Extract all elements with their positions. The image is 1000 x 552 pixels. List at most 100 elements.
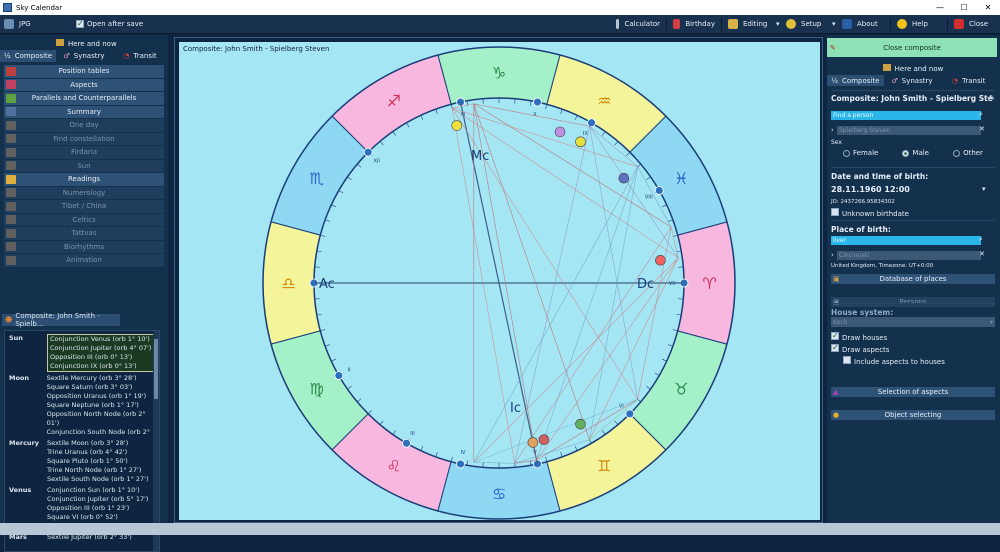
aspect-item: Square Pluto (orb 1° 50')	[47, 457, 149, 466]
composite-section-bar[interactable]: ☻ Composite: John Smith - Spielb...	[2, 314, 120, 326]
right-tab-synastry[interactable]: ♂Synastry	[884, 75, 941, 86]
menu-item[interactable]: Animation	[4, 254, 164, 267]
format-select[interactable]: JPG	[0, 17, 72, 32]
menu-item-label: One day	[4, 121, 164, 129]
zodiac-glyph: ♊	[597, 456, 611, 475]
house-cusp-marker	[588, 119, 596, 127]
search-icon[interactable]: ⌕	[979, 110, 989, 119]
aspect-planet: Moon	[5, 374, 47, 437]
calculator-button[interactable]: Calculator	[612, 17, 664, 32]
here-and-now-button-right[interactable]: Here and now	[831, 64, 995, 73]
draw-houses-checkbox[interactable]: Draw houses	[831, 332, 995, 342]
place-input[interactable]: liver	[831, 236, 981, 245]
close-composite-button[interactable]: ✎ Close composite	[827, 38, 997, 57]
setup-button[interactable]: Setup	[782, 17, 832, 32]
zodiac-glyph: ♐	[387, 92, 401, 111]
menu-item-label: Aspects	[4, 81, 164, 89]
edit-icon[interactable]: ✎	[989, 94, 995, 102]
menu-item[interactable]: Sun	[4, 160, 164, 173]
menu-item[interactable]: Celtics	[4, 214, 164, 227]
menu-item-label: Biorhythms	[4, 243, 164, 251]
open-after-save-checkbox[interactable]: Open after save	[72, 17, 147, 32]
database-of-places-button[interactable]: ▣Database of places	[831, 274, 995, 284]
right-tab-transit[interactable]: ◔Transit	[940, 75, 997, 86]
tab-synastry[interactable]: ♂Synastry	[56, 50, 112, 62]
synastry-icon: ♂	[63, 52, 69, 60]
selection-of-aspects-button[interactable]: ▲Selection of aspects	[831, 387, 995, 397]
right-panel: ✎ Close composite Here and now ½Composit…	[827, 35, 1000, 523]
search-icon[interactable]: ⌕	[979, 235, 989, 244]
planet-marker	[452, 121, 462, 131]
horoscope-wheel[interactable]: ♑♐♏♎♍♌♋♊♉♈♓♒IIIIIIIVVVIVIIVIIIIXXXIXIIAc…	[179, 42, 820, 520]
dob-value[interactable]: 28.11.1960 12:00	[831, 185, 995, 194]
status-bar	[0, 523, 1000, 535]
editing-button[interactable]: Editing	[724, 17, 776, 32]
draw-aspects-checkbox[interactable]: Draw aspects	[831, 344, 995, 354]
menu-item[interactable]: Biorhythms	[4, 241, 164, 254]
tab-composite[interactable]: ½Composite	[0, 50, 56, 62]
about-button[interactable]: About	[838, 17, 888, 32]
object-selecting-button[interactable]: ●Object selecting	[831, 410, 995, 420]
aspect-group[interactable]: SunConjunction Venus (orb 1° 10')Conjunc…	[5, 333, 159, 373]
aspect-group[interactable]: MercurySextile Moon (orb 3° 28')Trine Ur…	[5, 438, 159, 485]
person-name-field[interactable]: ›Spielberg Steven	[831, 126, 981, 135]
checkbox-icon	[831, 332, 839, 340]
minimize-icon[interactable]: —	[928, 0, 952, 15]
close-button[interactable]: Close	[950, 17, 1000, 32]
aspect-item: Conjunction Jupiter (orb 5° 17')	[47, 495, 148, 504]
sex-other-radio[interactable]: Other	[953, 149, 983, 157]
menu-item[interactable]: Aspects	[4, 79, 164, 92]
chart-canvas[interactable]: Composite: John Smith - Spielberg Steven…	[179, 42, 820, 520]
menu-item[interactable]: Summary	[4, 106, 164, 119]
zodiac-glyph: ♋	[492, 485, 506, 504]
house-number: IV	[461, 450, 466, 456]
aspect-item: Sextile Moon (orb 3° 28')	[47, 439, 149, 448]
place-info: United Kingdom, Timezone: UT+0:00	[831, 263, 995, 269]
sex-male-radio[interactable]: Male	[902, 149, 929, 157]
scrollbar-thumb[interactable]	[154, 339, 158, 399]
clear-icon[interactable]: ✕	[979, 250, 989, 258]
menu-item[interactable]: One day	[4, 119, 164, 132]
aspects-scrollbar[interactable]	[153, 331, 159, 551]
right-tab-composite[interactable]: ½Composite	[827, 75, 884, 86]
aspect-item: Square VI (orb 0° 52')	[47, 513, 148, 522]
place-heading: Place of birth:	[831, 220, 995, 234]
about-label: About	[857, 20, 878, 28]
maximize-icon[interactable]: ☐	[952, 0, 976, 15]
here-and-now-button[interactable]: Here and now	[56, 39, 117, 48]
aspect-item: Opposition III (orb 1° 23')	[47, 504, 148, 513]
house-system-label: House system:	[831, 308, 893, 317]
menu-item[interactable]: Tibet / China	[4, 200, 164, 213]
chart-panel: Composite: John Smith - Spielberg Steven…	[174, 37, 823, 523]
menu-item[interactable]: Parallels and Counterparallels	[4, 92, 164, 105]
aspect-item: Square Saturn (orb 3° 03')	[47, 383, 159, 392]
aspect-item: Conjunction Jupiter (orb 4° 07')	[50, 344, 151, 353]
place-second-field[interactable]: ›Cincinnati	[831, 251, 981, 260]
aspect-item: Opposition III (orb 0° 13')	[50, 353, 151, 362]
menu-item[interactable]: Position tables	[4, 65, 164, 78]
aspect-group[interactable]: MoonSextile Mercury (orb 3° 28')Square S…	[5, 373, 159, 438]
unknown-birthdate-checkbox[interactable]: Unknown birthdate	[831, 208, 995, 218]
gear-icon	[786, 19, 796, 29]
house-system-heading: House system:	[831, 303, 995, 317]
menu-item[interactable]: Readings	[4, 173, 164, 186]
find-person-input[interactable]: Find a person	[831, 111, 981, 120]
birthday-button[interactable]: Birthday	[669, 17, 719, 32]
house-number: X	[533, 112, 537, 118]
aspects-list[interactable]: SunConjunction Venus (orb 1° 10')Conjunc…	[4, 330, 160, 552]
zodiac-glyph: ♎	[281, 274, 295, 293]
clear-icon[interactable]: ✕	[979, 125, 989, 133]
close-window-icon[interactable]: ✕	[976, 0, 1000, 15]
menu-item[interactable]: Tattvas	[4, 227, 164, 240]
menu-item-label: Tattvas	[4, 229, 164, 237]
help-button[interactable]: Help	[893, 17, 945, 32]
sex-female-radio[interactable]: Female	[843, 149, 878, 157]
menu-item[interactable]: Numerology	[4, 187, 164, 200]
house-system-select[interactable]: Koch▾	[831, 317, 995, 327]
tab-transit[interactable]: ◔Transit	[112, 50, 168, 62]
menu-item[interactable]: Find constellation	[4, 133, 164, 146]
dob-dropdown-icon[interactable]: ▾	[982, 185, 992, 193]
menu-item[interactable]: Firdaria	[4, 146, 164, 159]
include-aspects-houses-checkbox[interactable]: Include aspects to houses	[843, 356, 993, 366]
book-icon: ▣	[833, 275, 840, 283]
